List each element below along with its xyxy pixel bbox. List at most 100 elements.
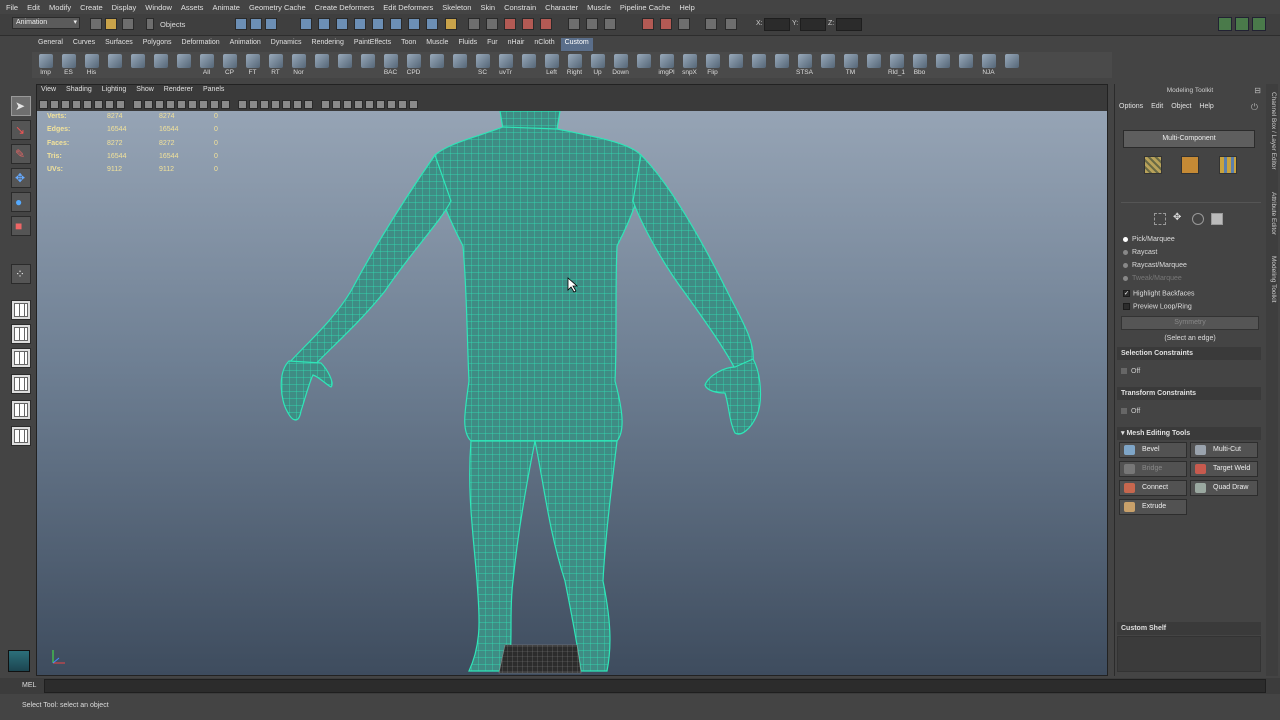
panel-toolbar-icon[interactable] (354, 100, 363, 109)
panel-menu-shading[interactable]: Shading (66, 86, 92, 98)
camera-based-select-icon[interactable] (1211, 213, 1223, 225)
tab-channel-box[interactable]: Channel Box / Layer Editor (1267, 92, 1277, 170)
mask-misc-icon[interactable] (426, 18, 438, 30)
menu-file[interactable]: File (6, 3, 18, 12)
target-weld-button[interactable]: Target Weld (1190, 461, 1258, 477)
shelf-button[interactable] (149, 52, 172, 78)
menu-constrain[interactable]: Constrain (504, 3, 536, 12)
render-current-frame-icon[interactable] (642, 18, 654, 30)
menu-assets[interactable]: Assets (181, 3, 204, 12)
toolkit-menu-options[interactable]: Options (1119, 103, 1143, 110)
shelf-button[interactable]: Nor (287, 52, 310, 78)
toolkit-menu-edit[interactable]: Edit (1151, 103, 1163, 110)
panel-toolbar-icon[interactable] (260, 100, 269, 109)
shelf-button[interactable]: CP (218, 52, 241, 78)
select-by-object-icon[interactable] (250, 18, 262, 30)
layout-hypershade-button[interactable] (11, 426, 31, 446)
bevel-button[interactable]: Bevel (1119, 442, 1187, 458)
panel-toolbar-icon[interactable] (365, 100, 374, 109)
ipr-render-icon[interactable] (660, 18, 672, 30)
panel-toolbar-icon[interactable] (321, 100, 330, 109)
layout-four-button[interactable] (11, 324, 31, 344)
shelf-tab-painteffects[interactable]: PaintEffects (350, 38, 395, 51)
transform-constraints-header[interactable]: Transform Constraints (1117, 387, 1261, 400)
shelf-button[interactable]: TM (839, 52, 862, 78)
quad-draw-button[interactable]: Quad Draw (1190, 480, 1258, 496)
shelf-button[interactable] (954, 52, 977, 78)
menu-geometry-cache[interactable]: Geometry Cache (249, 3, 306, 12)
shelf-button[interactable]: snpX (678, 52, 701, 78)
symmetry-button[interactable]: Symmetry (1121, 316, 1259, 330)
shelf-button[interactable]: FT (241, 52, 264, 78)
layout-outliner-button[interactable] (11, 374, 31, 394)
soft-select-icon[interactable] (1192, 213, 1204, 225)
shelf-tab-fur[interactable]: Fur (483, 38, 502, 51)
panel-toolbar-icon[interactable] (155, 100, 164, 109)
panel-toolbar-icon[interactable] (304, 100, 313, 109)
shelf-button[interactable] (425, 52, 448, 78)
panel-menu-lighting[interactable]: Lighting (102, 86, 127, 98)
checkbox-highlight-backfaces[interactable]: ✓ Highlight Backfaces (1123, 290, 1194, 297)
panel-toolbar-icon[interactable] (144, 100, 153, 109)
tab-modeling-toolkit[interactable]: Modeling Toolkit (1267, 256, 1277, 303)
menu-skin[interactable]: Skin (480, 3, 495, 12)
panel-toolbar-icon[interactable] (398, 100, 407, 109)
mesh-editing-tools-header[interactable]: ▾ Mesh Editing Tools (1117, 427, 1261, 440)
toggle-attribute-editor-icon[interactable] (1218, 17, 1232, 31)
panel-toolbar-icon[interactable] (238, 100, 247, 109)
shelf-tab-general[interactable]: General (34, 38, 67, 51)
shelf-button[interactable]: BAC (379, 52, 402, 78)
shelf-tab-toon[interactable]: Toon (397, 38, 420, 51)
power-icon[interactable]: ⏻ (1251, 102, 1258, 113)
absolute-transform-icon[interactable] (725, 18, 737, 30)
uv-mode-icon[interactable] (1219, 156, 1237, 174)
face-mode-icon[interactable] (1181, 156, 1199, 174)
shelf-button[interactable]: Bbo (908, 52, 931, 78)
bridge-button[interactable]: Bridge (1119, 461, 1187, 477)
shelf-button[interactable] (770, 52, 793, 78)
menu-muscle[interactable]: Muscle (587, 3, 611, 12)
mask-rendering-icon[interactable] (408, 18, 420, 30)
construction-history-icon[interactable] (604, 18, 616, 30)
snap-live-icon[interactable] (540, 18, 552, 30)
mask-handles-icon[interactable] (300, 18, 312, 30)
save-scene-icon[interactable] (122, 18, 134, 30)
menu-help[interactable]: Help (679, 3, 694, 12)
menu-modify[interactable]: Modify (49, 3, 71, 12)
panel-toolbar-icon[interactable] (50, 100, 59, 109)
panel-menu-panels[interactable]: Panels (203, 86, 224, 98)
tab-attribute-editor[interactable]: Attribute Editor (1267, 192, 1277, 235)
panel-toolbar-icon[interactable] (232, 100, 236, 109)
paint-select-tool[interactable]: ✎ (11, 144, 31, 164)
shelf-tab-ncloth[interactable]: nCloth (530, 38, 558, 51)
toolkit-menu-help[interactable]: Help (1199, 103, 1213, 110)
shelf-tab-dynamics[interactable]: Dynamics (267, 38, 306, 51)
mask-deformations-icon[interactable] (372, 18, 384, 30)
mel-command-input[interactable] (44, 679, 1266, 693)
render-settings-icon[interactable] (678, 18, 690, 30)
layout-graph-button[interactable] (11, 400, 31, 420)
shelf-tab-surfaces[interactable]: Surfaces (101, 38, 137, 51)
radio-tweak-marquee[interactable]: Tweak/Marquee (1123, 275, 1182, 282)
shelf-button[interactable]: NJA (977, 52, 1000, 78)
shelf-button[interactable]: Imp (34, 52, 57, 78)
layout-single-button[interactable] (11, 300, 31, 320)
mask-dynamics-icon[interactable] (390, 18, 402, 30)
toggle-tool-settings-icon[interactable] (1235, 17, 1249, 31)
shelf-button[interactable]: imgPl (655, 52, 678, 78)
panel-toolbar-icon[interactable] (105, 100, 114, 109)
shelf-button[interactable]: Flip (701, 52, 724, 78)
panel-toolbar-icon[interactable] (116, 100, 125, 109)
shelf-button[interactable]: Up (586, 52, 609, 78)
panel-toolbar-icon[interactable] (293, 100, 302, 109)
custom-shelf-header[interactable]: Custom Shelf (1117, 622, 1261, 635)
shelf-button[interactable] (172, 52, 195, 78)
shelf-button[interactable] (126, 52, 149, 78)
panel-menu-show[interactable]: Show (136, 86, 154, 98)
shelf-button[interactable]: STSA (793, 52, 816, 78)
radio-raycast-marquee[interactable]: Raycast/Marquee (1123, 262, 1187, 269)
panel-toolbar-icon[interactable] (332, 100, 341, 109)
shelf-tab-nhair[interactable]: nHair (504, 38, 529, 51)
shelf-button[interactable] (724, 52, 747, 78)
multi-component-button[interactable]: Multi-Component (1123, 130, 1255, 148)
